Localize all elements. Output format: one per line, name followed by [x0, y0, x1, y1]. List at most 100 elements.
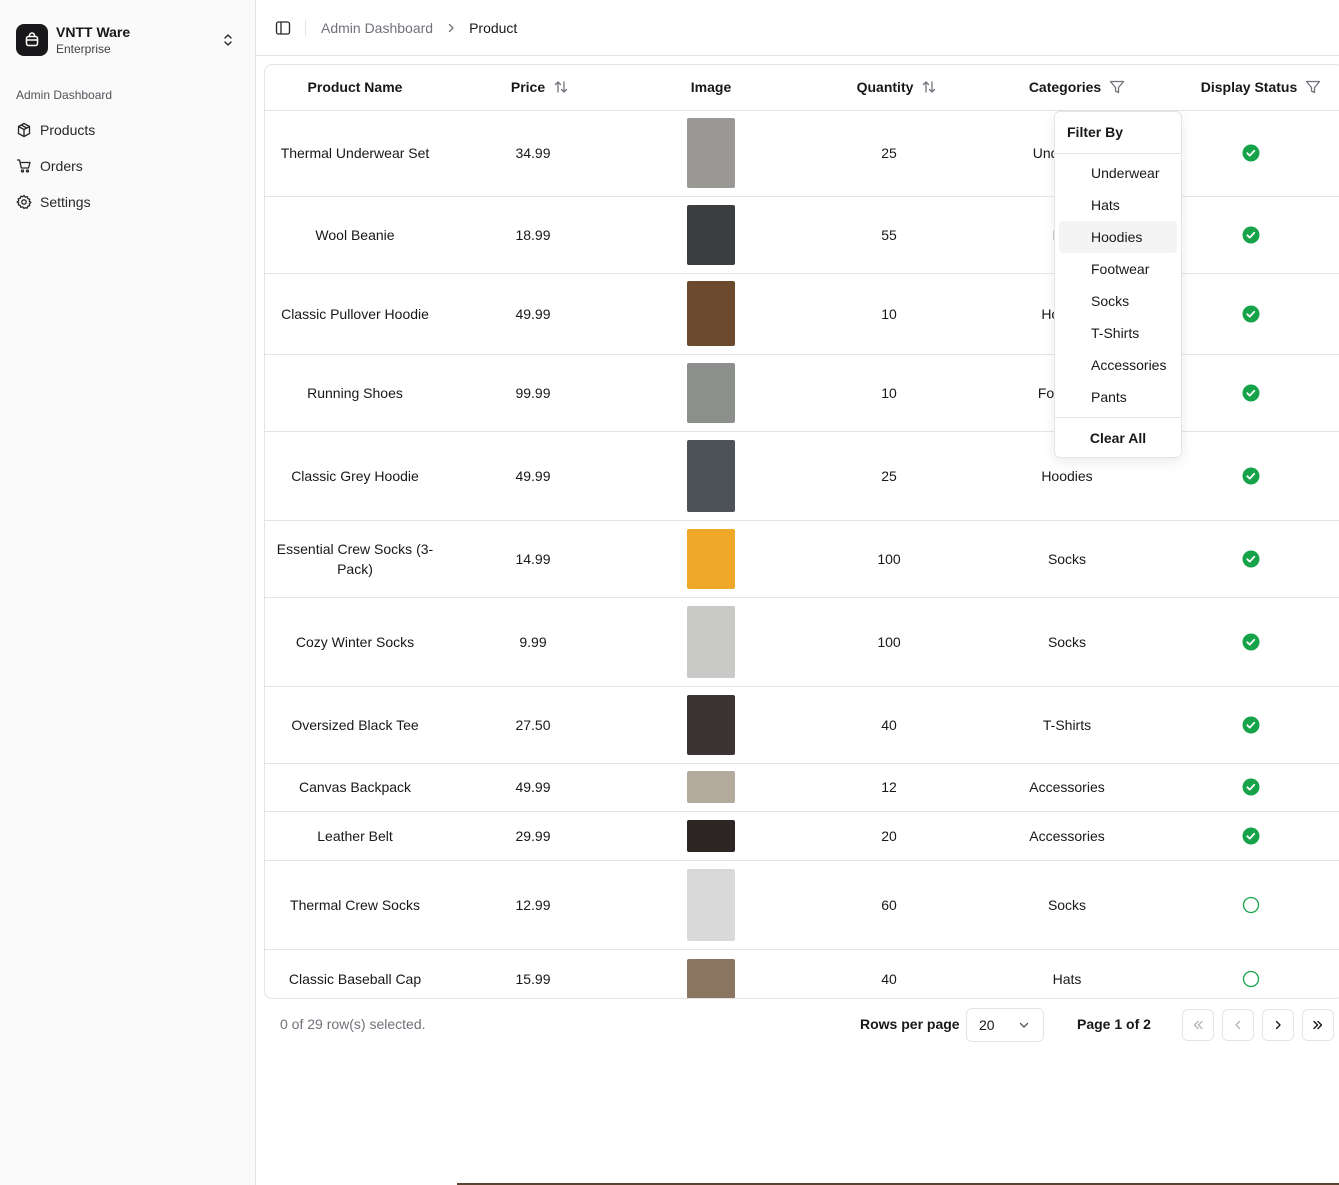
filter-option-socks[interactable]: Socks	[1059, 285, 1177, 317]
product-thumbnail	[687, 959, 735, 998]
product-name-cell: Thermal Crew Socks	[265, 860, 445, 950]
filter-option-pants[interactable]: Pants	[1059, 381, 1177, 413]
chevron-left-icon	[1235, 1020, 1241, 1030]
check-circle-icon	[1242, 384, 1260, 401]
category-cell: Socks	[977, 597, 1157, 687]
category-cell: Accessories	[977, 763, 1157, 812]
price-cell: 18.99	[445, 196, 621, 274]
sort-icon[interactable]	[553, 79, 569, 95]
product-thumbnail	[687, 281, 735, 346]
status-cell	[1157, 763, 1339, 812]
table-row[interactable]: Cozy Winter Socks 9.99 100 Socks	[265, 597, 1339, 687]
product-name-cell: Classic Baseball Cap	[265, 949, 445, 998]
image-cell	[621, 431, 801, 521]
table-row[interactable]: Thermal Crew Socks 12.99 60 Socks	[265, 860, 1339, 950]
product-name-cell: Essential Crew Socks (3-Pack)	[265, 520, 445, 598]
price-cell: 29.99	[445, 811, 621, 861]
sidebar-item-label: Settings	[40, 194, 91, 210]
product-thumbnail	[687, 362, 735, 423]
sidebar-item-label: Products	[40, 122, 96, 138]
filter-option-t-shirts[interactable]: T-Shirts	[1059, 317, 1177, 349]
status-cell	[1157, 431, 1339, 521]
filter-option-footwear[interactable]: Footwear	[1059, 253, 1177, 285]
filter-option-accessories[interactable]: Accessories	[1059, 349, 1177, 381]
column-quantity-label: Quantity	[856, 79, 914, 96]
check-circle-icon	[1242, 550, 1260, 567]
column-categories[interactable]: Categories	[977, 65, 1157, 111]
package-icon	[17, 122, 31, 138]
quantity-cell: 25	[801, 110, 977, 197]
column-display-status[interactable]: Display Status	[1157, 65, 1339, 111]
price-cell: 99.99	[445, 354, 621, 432]
status-cell	[1157, 196, 1339, 274]
column-image: Image	[621, 65, 801, 111]
product-name-cell: Classic Grey Hoodie	[265, 431, 445, 521]
status-cell	[1157, 811, 1339, 861]
store-logo-icon	[16, 24, 48, 56]
sidebar-item-orders[interactable]: Orders	[8, 148, 248, 184]
check-circle-icon	[1242, 226, 1260, 243]
check-circle-icon	[1242, 467, 1260, 484]
next-page-button[interactable]	[1262, 1009, 1294, 1041]
price-cell: 15.99	[445, 949, 621, 998]
table-row[interactable]: Oversized Black Tee 27.50 40 T-Shirts	[265, 686, 1339, 764]
product-name-cell: Wool Beanie	[265, 196, 445, 274]
last-page-button[interactable]	[1302, 1009, 1334, 1041]
price-cell: 27.50	[445, 686, 621, 764]
column-categories-label: Categories	[1028, 79, 1102, 96]
sidebar-group-label: Admin Dashboard	[16, 88, 113, 102]
check-circle-icon	[1242, 144, 1260, 162]
page-indicator: Page 1 of 2	[1077, 1016, 1151, 1032]
quantity-cell: 10	[801, 273, 977, 355]
filter-icon[interactable]	[1305, 79, 1321, 95]
table-row[interactable]: Leather Belt 29.99 20 Accessories	[265, 811, 1339, 861]
product-thumbnail	[687, 819, 735, 852]
chevron-right-icon	[445, 22, 457, 34]
category-cell: Accessories	[977, 811, 1157, 861]
filter-icon[interactable]	[1109, 79, 1125, 95]
product-name-cell: Running Shoes	[265, 354, 445, 432]
quantity-cell: 100	[801, 520, 977, 598]
price-cell: 9.99	[445, 597, 621, 687]
clear-all-filters-button[interactable]: Clear All	[1055, 430, 1181, 446]
filter-option-hoodies[interactable]: Hoodies	[1059, 221, 1177, 253]
table-row[interactable]: Canvas Backpack 49.99 12 Accessories	[265, 763, 1339, 812]
check-circle-icon	[1242, 305, 1260, 322]
rows-per-page-value: 20	[979, 1017, 995, 1033]
sidebar-item-settings[interactable]: Settings	[8, 184, 248, 220]
filter-option-underwear[interactable]: Underwear	[1059, 157, 1177, 189]
image-cell	[621, 354, 801, 432]
team-plan: Enterprise	[56, 41, 111, 56]
empty-circle-icon	[1242, 896, 1260, 913]
image-cell	[621, 273, 801, 355]
table-row[interactable]: Essential Crew Socks (3-Pack) 14.99 100 Soc…	[265, 520, 1339, 598]
table-row[interactable]: Classic Baseball Cap 15.99 40 Hats	[265, 949, 1339, 998]
category-cell: Hats	[977, 949, 1157, 998]
sidebar-item-products[interactable]: Products	[8, 112, 248, 148]
status-cell	[1157, 860, 1339, 950]
image-cell	[621, 811, 801, 861]
rows-per-page-select[interactable]: 20	[966, 1008, 1044, 1042]
product-thumbnail	[687, 118, 735, 188]
product-thumbnail	[687, 694, 735, 755]
sidebar-item-label: Orders	[40, 158, 83, 174]
sort-icon[interactable]	[921, 79, 937, 95]
column-price[interactable]: Price	[445, 65, 621, 111]
quantity-cell: 12	[801, 763, 977, 812]
category-cell: Socks	[977, 860, 1157, 950]
sidebar: VNTT Ware Enterprise Admin Dashboard Pro…	[0, 0, 256, 1185]
category-cell: T-Shirts	[977, 686, 1157, 764]
sidebar-toggle-icon[interactable]	[273, 18, 293, 38]
column-status-label: Display Status	[1200, 79, 1298, 96]
column-quantity[interactable]: Quantity	[801, 65, 977, 111]
status-cell	[1157, 597, 1339, 687]
check-circle-icon	[1242, 827, 1260, 844]
breadcrumb-parent[interactable]: Admin Dashboard	[321, 20, 433, 36]
product-thumbnail	[687, 204, 735, 265]
selection-count: 0 of 29 row(s) selected.	[280, 1016, 426, 1032]
first-page-button[interactable]	[1182, 1009, 1214, 1041]
previous-page-button[interactable]	[1222, 1009, 1254, 1041]
category-filter-menu: Filter By Underwear Hats Hoodies Footwear So…	[1054, 111, 1182, 458]
filter-option-hats[interactable]: Hats	[1059, 189, 1177, 221]
team-switcher[interactable]: VNTT Ware Enterprise	[8, 16, 248, 64]
